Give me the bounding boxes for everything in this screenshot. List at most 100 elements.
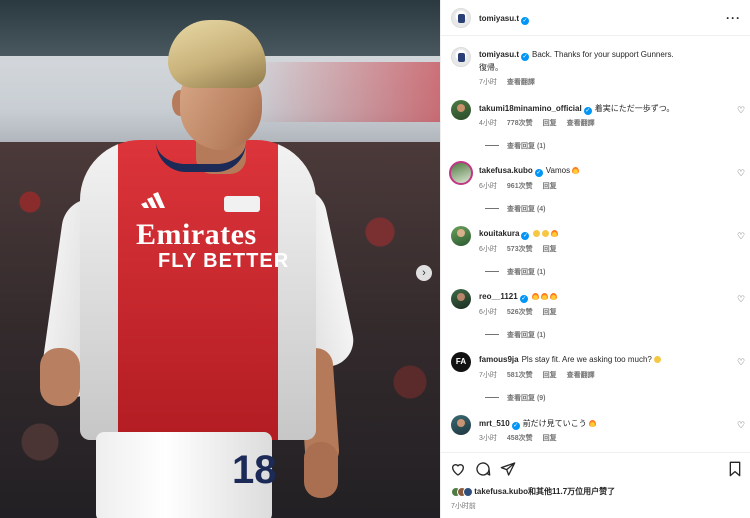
view-replies-text[interactable]: 查看回复 (9) (507, 395, 546, 402)
verified-badge-icon: ✓ (521, 17, 530, 25)
fire-emoji-icon (531, 293, 539, 300)
comment-avatar[interactable]: FA (451, 352, 471, 372)
translate-link[interactable]: 查看翻譯 (507, 79, 535, 86)
author-username-text[interactable]: tomiyasu.t (479, 14, 519, 23)
view-replies-text[interactable]: 查看回复 (1) (507, 332, 546, 339)
post-time: 7小时前 (451, 503, 476, 510)
heart-eyes-emoji-icon (542, 230, 550, 237)
view-replies-text[interactable]: 查看回复 (4) (507, 206, 546, 213)
caption-line-2: 復帰。 (479, 63, 503, 72)
caption-text: Back. Thanks for your support Gunners. (532, 50, 674, 59)
comment-line: famous9ja Pls stay fit. Are we asking too… (479, 355, 661, 364)
comment-text: Vamos (545, 166, 571, 175)
heart-icon[interactable]: ♡ (737, 232, 746, 241)
shirt-number: 18 (232, 448, 277, 492)
comment-likes[interactable]: 778次赞 (507, 120, 533, 127)
post-photo[interactable]: Emirates FLY BETTER 18 › (0, 0, 440, 518)
translate-link[interactable]: 查看翻譯 (567, 120, 595, 127)
comment-avatar[interactable] (451, 415, 471, 435)
comment-text: 前だけ見ていこう (522, 419, 587, 428)
comment-avatar[interactable] (451, 100, 471, 120)
view-replies[interactable]: 查看回复 (4) (485, 204, 546, 214)
player-hair (168, 20, 266, 88)
comment-username[interactable]: kouitakura (479, 229, 519, 238)
reply-link[interactable]: 回复 (543, 372, 557, 379)
more-icon[interactable]: ··· (726, 11, 741, 25)
heart-icon[interactable]: ♡ (737, 106, 746, 115)
author-username[interactable]: tomiyasu.t ✓ (479, 14, 530, 25)
comment-likes[interactable]: 961次赞 (507, 183, 533, 190)
post-side-panel: tomiyasu.t ✓ ··· tomiyasu.t ✓ Back. Thanks … (440, 0, 750, 518)
shirt-sponsor-text: Emirates (136, 218, 257, 251)
comment-meta: 7小时 581次赞 回复 查看翻譯 (479, 370, 605, 380)
heart-icon[interactable] (450, 461, 466, 477)
verified-badge-icon: ✓ (521, 232, 530, 240)
view-replies[interactable]: 查看回复 (1) (485, 267, 546, 277)
reply-link[interactable]: 回复 (543, 246, 557, 253)
player-shirt (80, 140, 316, 440)
comment-line: reo__1121 ✓ (479, 292, 557, 303)
comment-time: 3小时 (479, 435, 497, 442)
likes-user[interactable]: takefusa.kubo (474, 487, 528, 496)
view-replies[interactable]: 查看回复 (1) (485, 330, 546, 340)
comment-username[interactable]: takumi18minamino_official (479, 104, 582, 113)
comment-time: 7小时 (479, 372, 497, 379)
reply-link[interactable]: 回复 (543, 435, 557, 442)
view-replies-text[interactable]: 查看回复 (1) (507, 143, 546, 150)
caption-username[interactable]: tomiyasu.t (479, 50, 519, 59)
author-avatar[interactable] (451, 8, 471, 28)
liker-avatars (451, 487, 473, 499)
likes-rest[interactable]: 和其他11.7万位用户赞了 (528, 487, 615, 496)
heart-icon[interactable]: ♡ (737, 295, 746, 304)
heart-icon[interactable]: ♡ (737, 421, 746, 430)
bookmark-icon[interactable] (727, 461, 743, 477)
comment-meta: 6小时 526次赞 回复 (479, 307, 567, 317)
comment-meta: 4小时 778次赞 回复 查看翻譯 (479, 118, 605, 128)
comment-meta: 6小时 961次赞 回复 (479, 181, 567, 191)
post-header: tomiyasu.t ✓ ··· (441, 0, 750, 36)
comment-username[interactable]: reo__1121 (479, 292, 518, 301)
comment-likes[interactable]: 581次赞 (507, 372, 533, 379)
verified-badge-icon: ✓ (521, 53, 530, 61)
share-icon[interactable] (500, 461, 516, 477)
comment-time: 6小时 (479, 183, 497, 190)
comment-username[interactable]: famous9ja (479, 355, 519, 364)
comment-likes[interactable]: 573次赞 (507, 246, 533, 253)
comment-avatar[interactable] (449, 161, 473, 185)
view-replies[interactable]: 查看回复 (1) (485, 141, 546, 151)
caption-line: tomiyasu.t ✓ Back. Thanks for your support… (479, 50, 674, 61)
view-replies-text[interactable]: 查看回复 (1) (507, 269, 546, 276)
comment-avatar[interactable] (451, 226, 471, 246)
comment-text: Pls stay fit. Are we asking too much? (521, 355, 652, 364)
heart-icon[interactable]: ♡ (737, 358, 746, 367)
heart-eyes-emoji-icon (533, 230, 541, 237)
reply-link[interactable]: 回复 (543, 309, 557, 316)
comment-likes[interactable]: 458次赞 (507, 435, 533, 442)
comment-username[interactable]: takefusa.kubo (479, 166, 533, 175)
view-replies[interactable]: 查看回复 (9) (485, 393, 546, 403)
reply-link[interactable]: 回复 (543, 183, 557, 190)
fire-emoji-icon (572, 167, 580, 174)
comment-avatar[interactable] (451, 289, 471, 309)
comment-time: 4小时 (479, 120, 497, 127)
crying-emoji-icon (653, 356, 661, 363)
chevron-right-icon[interactable]: › (416, 265, 432, 281)
fire-emoji-icon (551, 230, 559, 237)
arsenal-crest-icon (224, 196, 260, 212)
heart-icon[interactable]: ♡ (737, 169, 746, 178)
comment-username[interactable]: mrt_510 (479, 419, 510, 428)
comment-line: mrt_510 ✓ 前だけ見ていこう (479, 418, 596, 430)
translate-link[interactable]: 查看翻譯 (567, 372, 595, 379)
comment-line: kouitakura ✓ (479, 229, 559, 240)
comment-time: 6小时 (479, 246, 497, 253)
comment-likes[interactable]: 526次赞 (507, 309, 533, 316)
reply-link[interactable]: 回复 (543, 120, 557, 127)
comment-meta: 6小时 573次赞 回复 (479, 244, 567, 254)
comment-icon[interactable] (475, 461, 491, 477)
caption-time: 7小时 (479, 79, 497, 86)
caption-author-avatar[interactable] (451, 47, 471, 67)
verified-badge-icon: ✓ (534, 169, 543, 177)
fire-emoji-icon (549, 293, 557, 300)
likes-summary[interactable]: takefusa.kubo和其他11.7万位用户赞了 (451, 486, 615, 499)
player-left-hand (40, 348, 80, 406)
